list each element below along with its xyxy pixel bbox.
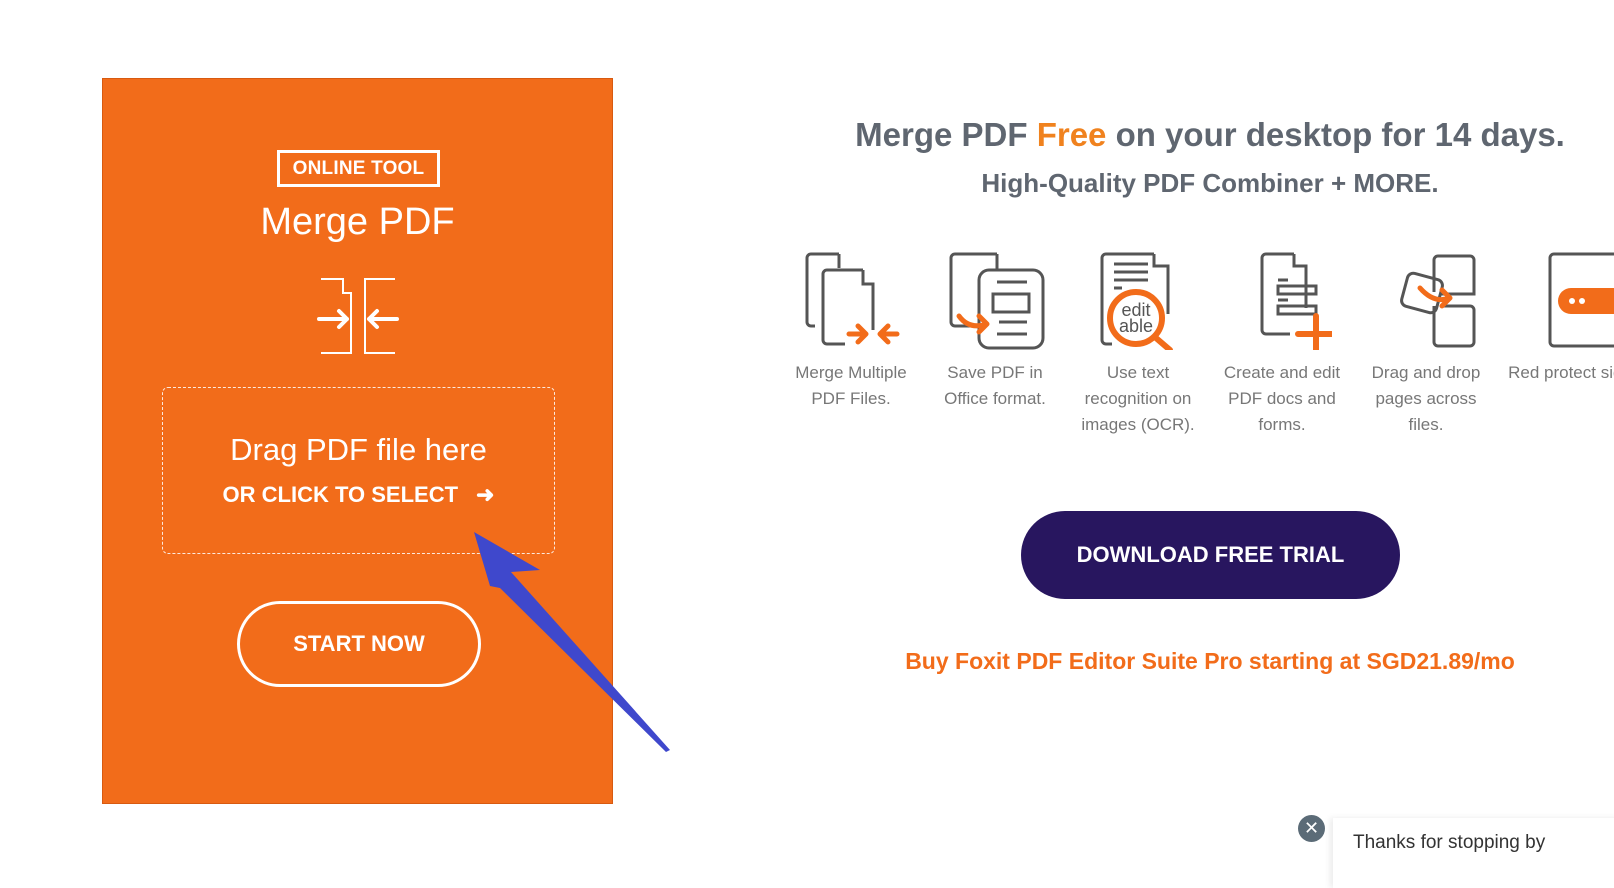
headline-accent-free: Free xyxy=(1036,116,1107,153)
tool-title: Merge PDF xyxy=(260,201,455,243)
feature-create-edit: Create and edit PDF docs and forms. xyxy=(1212,250,1352,438)
start-now-button[interactable]: START NOW xyxy=(237,601,481,687)
buy-pdf-editor-link[interactable]: Buy Foxit PDF Editor Suite Pro starting … xyxy=(800,648,1614,675)
feature-label: Drag and drop pages across files. xyxy=(1371,363,1481,434)
file-drop-zone[interactable]: Drag PDF file here OR CLICK TO SELECT ➜ xyxy=(162,387,555,554)
headline-text-after: on your desktop for 14 days. xyxy=(1106,116,1565,153)
feature-label: Red protect sign xyxy=(1508,363,1614,382)
svg-text:edit: edit xyxy=(1121,300,1150,320)
feature-merge: Merge Multiple PDF Files. xyxy=(781,250,921,412)
chat-widget-panel[interactable]: Thanks for stopping by xyxy=(1333,818,1614,888)
feature-label: Merge Multiple PDF Files. xyxy=(795,363,907,408)
merge-files-icon xyxy=(805,252,900,346)
feature-protect-sign: Red protect sign xyxy=(1500,250,1614,386)
ocr-editable-icon: edit able xyxy=(1100,252,1173,350)
chat-message: Thanks for stopping by xyxy=(1353,832,1546,853)
merge-pdf-tool-card: ONLINE TOOL Merge PDF Drag PDF file here… xyxy=(102,78,613,804)
online-tool-badge: ONLINE TOOL xyxy=(277,150,440,187)
feature-save-office: Save PDF in Office format. xyxy=(925,250,1065,412)
drop-zone-main-text: Drag PDF file here xyxy=(230,432,487,467)
feature-label: Create and edit PDF docs and forms. xyxy=(1223,363,1341,434)
svg-text:able: able xyxy=(1119,316,1153,336)
feature-label: Save PDF in Office format. xyxy=(944,363,1046,408)
feature-ocr: edit able Use text recognition on images… xyxy=(1068,250,1208,438)
download-free-trial-button[interactable]: DOWNLOAD FREE TRIAL xyxy=(1021,511,1400,599)
headline-text-before: Merge PDF xyxy=(855,116,1037,153)
promo-subheadline: High-Quality PDF Combiner + MORE. xyxy=(981,168,1439,198)
arrow-right-icon: ➜ xyxy=(476,482,495,507)
protect-sign-icon xyxy=(1548,252,1614,348)
feature-label: Use text recognition on images (OCR). xyxy=(1081,363,1195,434)
create-edit-icon xyxy=(1260,252,1332,350)
click-to-select-label: OR CLICK TO SELECT xyxy=(222,482,459,507)
feature-drag-drop: Drag and drop pages across files. xyxy=(1356,250,1496,438)
merge-pages-icon xyxy=(317,278,399,354)
click-to-select-text[interactable]: OR CLICK TO SELECT ➜ xyxy=(163,482,554,508)
promo-headline: Merge PDF Free on your desktop for 14 da… xyxy=(700,116,1614,154)
save-office-icon xyxy=(949,252,1045,350)
chat-close-button[interactable]: ✕ xyxy=(1298,815,1325,842)
drag-drop-pages-icon xyxy=(1400,254,1476,348)
